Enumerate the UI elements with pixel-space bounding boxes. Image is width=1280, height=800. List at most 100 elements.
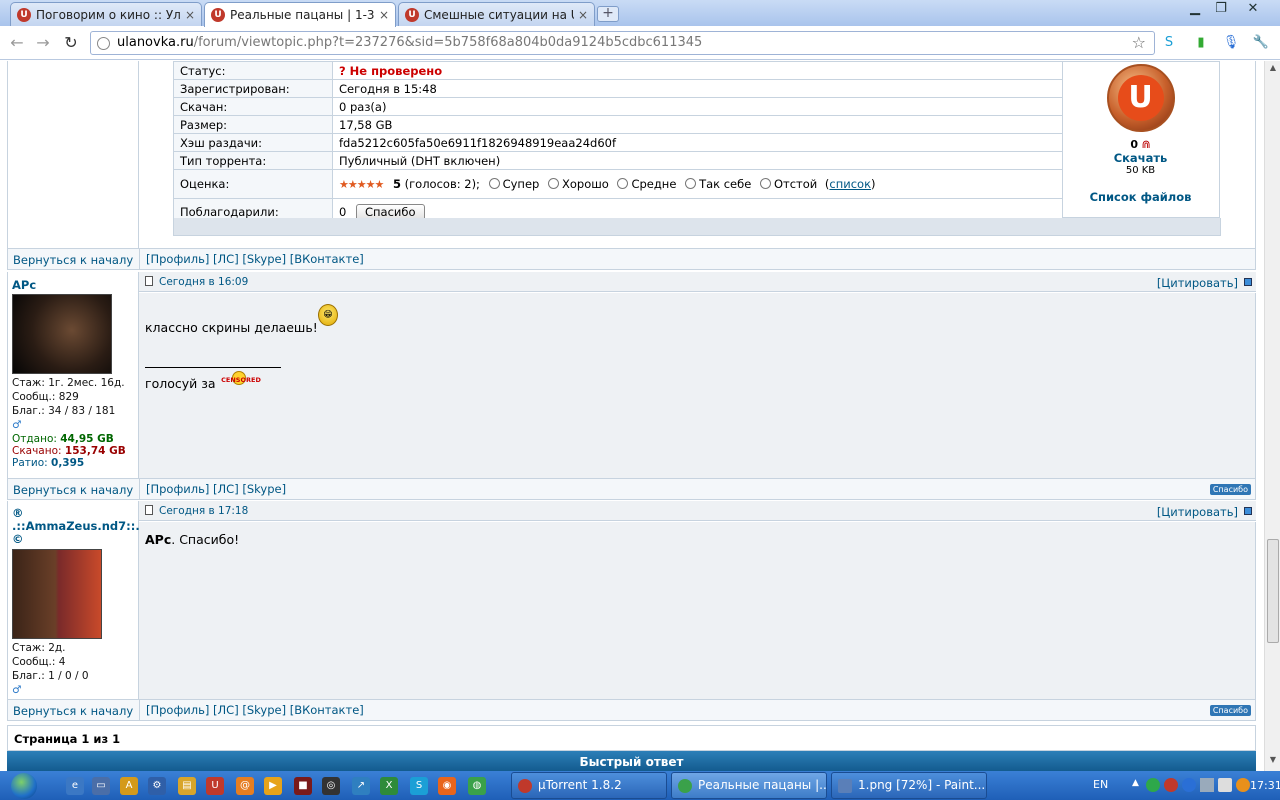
- quick-reply-header[interactable]: Быстрый ответ: [7, 751, 1256, 771]
- scrollbar-thumb[interactable]: [1267, 539, 1279, 643]
- close-icon[interactable]: ×: [578, 8, 588, 22]
- quote-button[interactable]: [Цитировать]: [1157, 505, 1238, 519]
- mentioned-user[interactable]: APc: [145, 532, 171, 547]
- profile-links[interactable]: [Профиль] [ЛС] [Skype] [ВКонтакте]: [146, 252, 364, 266]
- rating-radio[interactable]: [685, 178, 697, 189]
- thanks-badge-button[interactable]: Спасибо: [1209, 705, 1251, 716]
- status-label: Статус:: [173, 61, 333, 80]
- excel-icon[interactable]: X: [380, 777, 398, 795]
- rating-radio[interactable]: [759, 178, 771, 189]
- app-icon[interactable]: ◎: [322, 777, 340, 795]
- back-arrow-icon[interactable]: ←: [6, 32, 28, 54]
- scroll-up-icon[interactable]: ▲: [1265, 63, 1280, 77]
- author-name-suffix: ©: [12, 532, 24, 546]
- forward-arrow-icon[interactable]: →: [32, 32, 54, 54]
- steam-icon[interactable]: ⚙: [148, 777, 166, 795]
- author-name[interactable]: .::AmmaZeus.nd7::.: [12, 520, 140, 533]
- tray-expand-icon[interactable]: ▲: [1132, 778, 1139, 788]
- folder-icon[interactable]: ▤: [178, 777, 196, 795]
- firefox-icon[interactable]: ◉: [438, 777, 456, 795]
- start-button[interactable]: [0, 771, 50, 800]
- skype-tray-icon[interactable]: [1182, 778, 1196, 792]
- network-icon[interactable]: [1200, 778, 1214, 792]
- tab-3[interactable]: U Смешные ситуации на Ulan ×: [398, 2, 595, 26]
- magnet-icon[interactable]: ⋒: [1141, 138, 1150, 151]
- app-icon[interactable]: ↗: [352, 777, 370, 795]
- reload-icon[interactable]: ↻: [60, 32, 82, 54]
- utorrent-logo-icon[interactable]: U: [1106, 64, 1175, 132]
- close-icon[interactable]: ×: [185, 8, 195, 22]
- new-tab-button[interactable]: +: [597, 6, 619, 22]
- utorrent-icon[interactable]: U: [206, 777, 224, 795]
- size-value: 17,58 GB: [332, 115, 1063, 134]
- download-link[interactable]: Скачать: [1062, 151, 1219, 165]
- rating-option-label: Так себе: [699, 177, 752, 191]
- windows-logo-icon: [11, 773, 37, 799]
- profile-links[interactable]: [Профиль] [ЛС] [Skype] [ВКонтакте]: [146, 703, 364, 717]
- downloaded-value: 0 раз(а): [332, 97, 1063, 116]
- page-scrollbar[interactable]: ▲ ▼: [1264, 61, 1280, 771]
- taskbar-label: 1.png [72%] - Paint....: [858, 778, 987, 792]
- skype-icon[interactable]: S: [1160, 34, 1178, 52]
- torrent-info-table: Статус:? Не проверено Зарегистрирован: Се…: [173, 61, 1063, 226]
- tab-1[interactable]: U Поговорим о кино :: Улано ×: [10, 2, 202, 26]
- microphone-icon[interactable]: 🎙: [1222, 34, 1240, 52]
- post-time[interactable]: Сегодня в 17:18: [159, 505, 248, 517]
- torrent-type-value: Публичный (DHT включен): [332, 151, 1063, 170]
- icq-icon[interactable]: [1146, 778, 1160, 792]
- post-header: Сегодня в 16:09 [Цитировать]: [139, 272, 1256, 292]
- rating-list-link[interactable]: список: [829, 177, 871, 191]
- profile-links[interactable]: [Профиль] [ЛС] [Skype]: [146, 482, 286, 496]
- wrench-icon[interactable]: 🔧: [1252, 34, 1270, 52]
- post-body: APc. Спасибо!: [139, 522, 1256, 699]
- taskbar-item[interactable]: 1.png [72%] - Paint....: [831, 772, 987, 799]
- mail-agent-icon[interactable]: @: [236, 777, 254, 795]
- close-window-button[interactable]: ✕: [1238, 0, 1268, 18]
- rating-radio[interactable]: [547, 178, 559, 189]
- game-icon[interactable]: ■: [294, 777, 312, 795]
- censored-label: CENSORED: [221, 376, 261, 384]
- post-time[interactable]: Сегодня в 16:09: [159, 276, 248, 288]
- desktop-icon[interactable]: ▭: [92, 777, 110, 795]
- hash-value: fda5212c605fa50e6911f1826948919eaa24d60f: [332, 133, 1063, 152]
- rating-option-label: Супер: [502, 177, 540, 191]
- author-name[interactable]: APc: [12, 278, 36, 292]
- maximize-button[interactable]: ❐: [1206, 0, 1236, 18]
- app-tray-icon[interactable]: [1236, 778, 1250, 792]
- taskbar-item[interactable]: Реальные пацаны |...: [671, 772, 827, 799]
- skype-icon[interactable]: S: [410, 777, 428, 795]
- file-list-link[interactable]: Список файлов: [1062, 190, 1219, 204]
- back-to-top-link[interactable]: Вернуться к началу: [13, 253, 133, 267]
- address-bar[interactable]: ulanovka.ru/forum/viewtopic.php?t=237276…: [90, 31, 1155, 55]
- user-stat: Сообщ.: 829: [12, 391, 79, 403]
- torrent-table-footer: [173, 218, 1221, 236]
- quote-button[interactable]: [Цитировать]: [1157, 276, 1238, 290]
- back-to-top-link[interactable]: Вернуться к началу: [13, 704, 133, 718]
- media-player-icon[interactable]: ▶: [264, 777, 282, 795]
- post-icon: [145, 276, 153, 286]
- chrome-icon[interactable]: ◍: [468, 777, 486, 795]
- ulanovka-favicon-icon: U: [405, 7, 419, 22]
- select-post-icon[interactable]: [1244, 278, 1252, 286]
- signal-bars-icon[interactable]: ▮: [1192, 34, 1210, 52]
- utorrent-icon: [518, 779, 532, 793]
- scroll-down-icon[interactable]: ▼: [1265, 755, 1280, 769]
- close-icon[interactable]: ×: [379, 8, 389, 22]
- language-indicator[interactable]: EN: [1093, 778, 1108, 791]
- user-stat: Благ.: 34 / 83 / 181: [12, 405, 116, 417]
- bookmark-star-icon[interactable]: ☆: [1132, 32, 1146, 54]
- utorrent-tray-icon[interactable]: [1164, 778, 1178, 792]
- ie-icon[interactable]: e: [66, 777, 84, 795]
- post-footer: Вернуться к началу [Профиль] [ЛС] [Skype…: [7, 699, 1256, 721]
- tab-2[interactable]: U Реальные пацаны | 1-3 сезо ×: [204, 2, 396, 27]
- hash-label: Хэш раздачи:: [173, 133, 333, 152]
- select-post-icon[interactable]: [1244, 507, 1252, 515]
- volume-icon[interactable]: [1218, 778, 1232, 792]
- download-counter: 0: [1130, 138, 1138, 151]
- rating-radio[interactable]: [617, 178, 629, 189]
- thanks-badge-button[interactable]: Спасибо: [1209, 484, 1251, 495]
- rating-radio[interactable]: [488, 178, 500, 189]
- taskbar-item[interactable]: µTorrent 1.8.2: [511, 772, 667, 799]
- back-to-top-link[interactable]: Вернуться к началу: [13, 483, 133, 497]
- aimp-icon[interactable]: A: [120, 777, 138, 795]
